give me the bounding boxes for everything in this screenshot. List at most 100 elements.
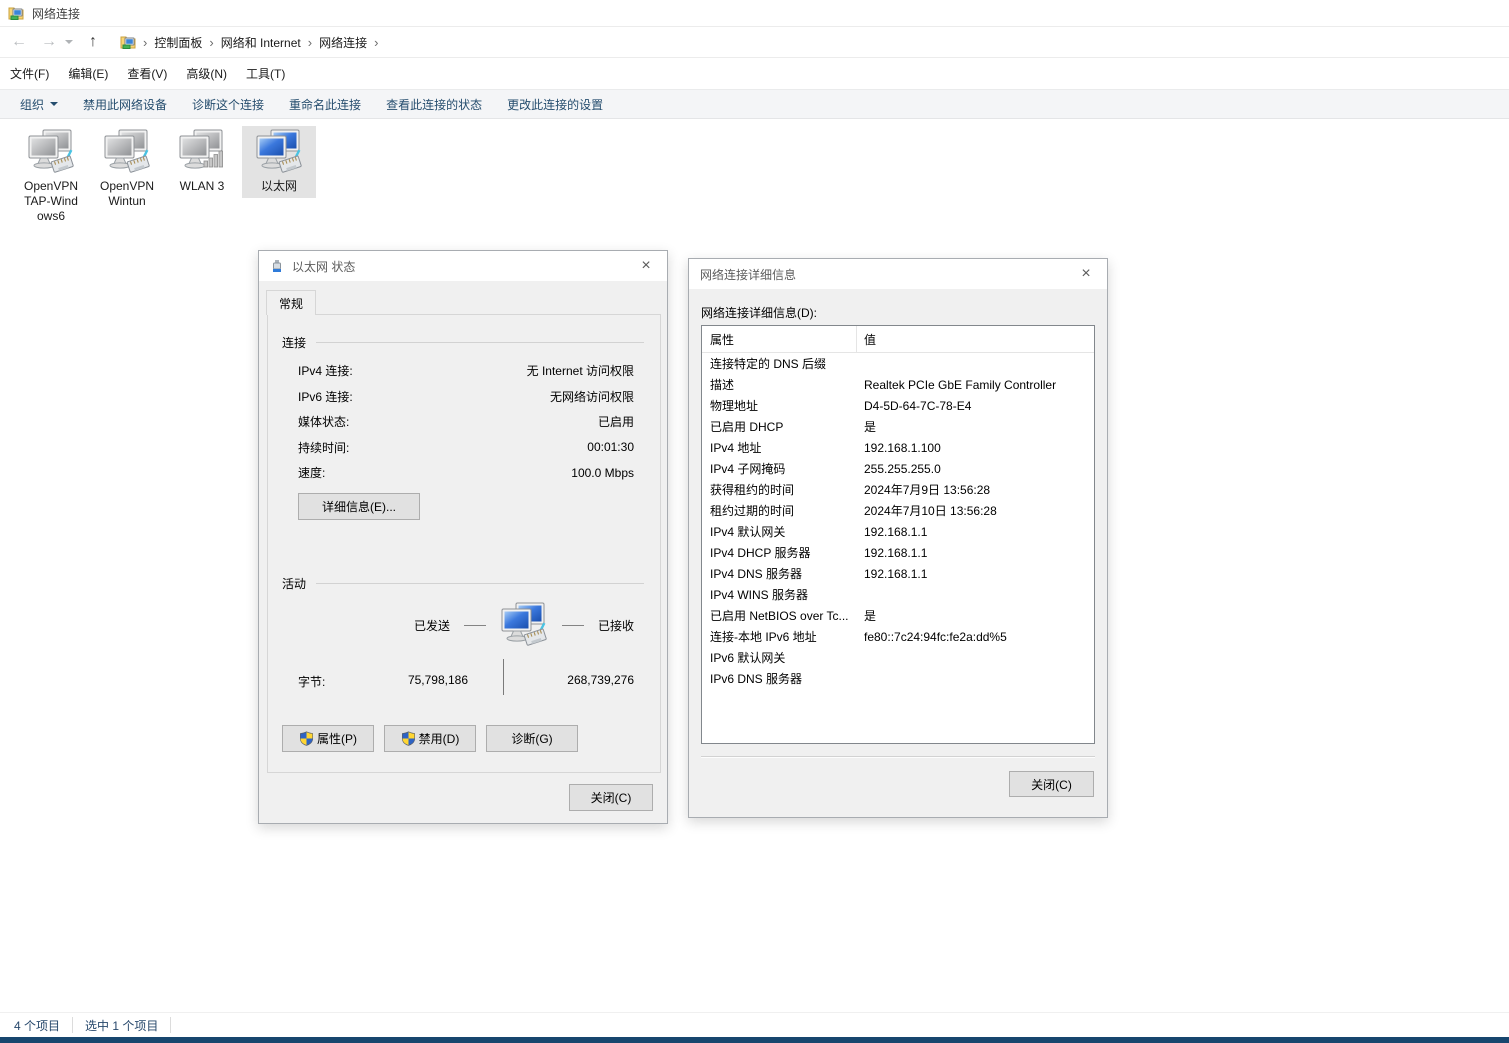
connection-item-ethernet[interactable]: 以太网 [242,126,316,198]
button-label: 详细信息(E)... [322,498,396,515]
breadcrumb-chevron-icon: › [136,35,154,50]
breadcrumb-chevron-icon[interactable]: › [202,35,220,50]
properties-button[interactable]: 属性(P) [282,725,374,752]
button-label: 禁用(D) [419,730,460,747]
table-row[interactable]: IPv4 默认网关 192.168.1.1 [702,521,1094,542]
forward-arrow-icon[interactable]: → [36,29,62,55]
cell-value: 是 [857,607,1094,624]
ethernet-adapter-disconnected-icon [27,128,75,176]
connection-label: OpenVPN [90,179,164,194]
table-row[interactable]: 描述 Realtek PCIe GbE Family Controller [702,374,1094,395]
connection-label: OpenVPN [14,179,88,194]
breadcrumb-network-internet[interactable]: 网络和 Internet [221,34,301,51]
table-row[interactable]: 连接-本地 IPv6 地址 fe80::7c24:94fc:fe2a:dd%5 [702,626,1094,647]
general-tab-page: 连接 IPv4 连接: 无 Internet 访问权限 IPv6 连接: 无网络… [267,314,661,773]
table-row[interactable]: IPv6 默认网关 [702,647,1094,668]
group-divider [316,342,644,343]
cell-property: 租约过期的时间 [702,502,857,519]
ethernet-adapter-connected-icon [255,128,303,176]
close-button[interactable]: 关闭(C) [569,784,653,811]
row-value: 00:01:30 [587,440,634,454]
address-location-icon[interactable] [120,34,136,50]
connection-label: TAP-Wind [14,194,88,209]
menu-view[interactable]: 查看(V) [127,65,167,82]
cell-value: 192.168.1.1 [857,546,1094,560]
breadcrumb-control-panel[interactable]: 控制面板 [154,34,202,51]
toolbar-change-connection-settings[interactable]: 更改此连接的设置 [507,96,603,113]
row-value: 已启用 [598,413,634,430]
status-rows: IPv4 连接: 无 Internet 访问权限 IPv6 连接: 无网络访问权… [268,358,660,486]
breadcrumb-network-connections[interactable]: 网络连接 [319,34,367,51]
connection-item-wlan3[interactable]: WLAN 3 [165,126,239,194]
toolbar-diagnose-connection[interactable]: 诊断这个连接 [192,96,264,113]
row-value: 100.0 Mbps [571,466,634,480]
close-icon[interactable]: × [1069,259,1103,289]
details-button[interactable]: 详细信息(E)... [298,493,420,520]
cell-value: 是 [857,418,1094,435]
tab-general[interactable]: 常规 [266,290,316,315]
cell-value: 192.168.1.100 [857,441,1094,455]
table-row[interactable]: IPv4 子网掩码 255.255.255.0 [702,458,1094,479]
table-row[interactable]: IPv4 WINS 服务器 [702,584,1094,605]
close-icon[interactable]: × [629,251,663,281]
status-row: IPv6 连接: 无网络访问权限 [268,384,660,410]
cell-property: IPv4 WINS 服务器 [702,586,857,603]
table-row[interactable]: 已启用 NetBIOS over Tc... 是 [702,605,1094,626]
flow-dash [562,625,584,626]
organize-dropdown[interactable]: 组织 [20,96,58,113]
table-row[interactable]: 租约过期的时间 2024年7月10日 13:56:28 [702,500,1094,521]
cell-value: 192.168.1.1 [857,525,1094,539]
back-arrow-icon[interactable]: ← [6,29,32,55]
details-listview: 属性 值 连接特定的 DNS 后缀 描述 Realtek PCIe GbE Fa… [701,325,1095,744]
items-count: 4 个项目 [14,1017,60,1034]
cell-property: IPv4 子网掩码 [702,460,857,477]
row-label: 持续时间: [298,439,349,456]
table-row[interactable]: IPv4 DHCP 服务器 192.168.1.1 [702,542,1094,563]
connection-item-openvpn-wintun[interactable]: OpenVPN Wintun [90,126,164,209]
menu-advanced[interactable]: 高级(N) [186,65,227,82]
table-row[interactable]: 已启用 DHCP 是 [702,416,1094,437]
close-button[interactable]: 关闭(C) [1009,771,1094,797]
row-label: 媒体状态: [298,413,349,430]
breadcrumb-chevron-icon[interactable]: › [367,35,385,50]
network-connections-icon [8,5,24,21]
button-label: 属性(P) [317,730,357,747]
cell-value: 2024年7月9日 13:56:28 [857,481,1094,498]
cell-value: fe80::7c24:94fc:fe2a:dd%5 [857,630,1094,644]
cell-value: D4-5D-64-7C-78-E4 [857,399,1094,413]
row-value: 无 Internet 访问权限 [527,362,634,379]
group-label: 活动 [282,575,306,592]
diagnose-button[interactable]: 诊断(G) [486,725,578,752]
bytes-row: 字节: 75,798,186 268,739,276 [268,659,660,703]
recent-locations-chevron-icon[interactable] [62,29,76,55]
table-row[interactable]: 物理地址 D4-5D-64-7C-78-E4 [702,395,1094,416]
cell-property: 已启用 NetBIOS over Tc... [702,607,857,624]
table-row[interactable]: IPv6 DNS 服务器 [702,668,1094,689]
table-row[interactable]: 获得租约的时间 2024年7月9日 13:56:28 [702,479,1094,500]
group-divider [316,583,644,584]
window-titlebar: 网络连接 [0,0,1509,27]
menu-file[interactable]: 文件(F) [10,65,49,82]
table-row[interactable]: IPv4 DNS 服务器 192.168.1.1 [702,563,1094,584]
column-header-value[interactable]: 值 [857,326,1094,352]
breadcrumb-chevron-icon[interactable]: › [301,35,319,50]
menu-tools[interactable]: 工具(T) [246,65,285,82]
toolbar-view-connection-status[interactable]: 查看此连接的状态 [386,96,482,113]
status-row: 媒体状态: 已启用 [268,409,660,435]
up-arrow-icon[interactable]: ↑ [80,29,106,55]
flow-dash [464,625,486,626]
toolbar-rename-connection[interactable]: 重命名此连接 [289,96,361,113]
column-header-property[interactable]: 属性 [702,326,857,352]
table-row[interactable]: IPv4 地址 192.168.1.100 [702,437,1094,458]
button-label: 关闭(C) [1031,776,1072,793]
disable-button[interactable]: 禁用(D) [384,725,476,752]
menu-edit[interactable]: 编辑(E) [68,65,108,82]
sent-bytes-value: 75,798,186 [408,673,468,687]
connection-item-openvpn-tap[interactable]: OpenVPN TAP-Wind ows6 [14,126,88,224]
table-row[interactable]: 连接特定的 DNS 后缀 [702,353,1094,374]
toolbar-disable-device[interactable]: 禁用此网络设备 [83,96,167,113]
dialog-titlebar: 网络连接详细信息 [689,259,1107,289]
received-label: 已接收 [598,617,634,634]
button-label: 关闭(C) [591,789,632,806]
navigation-bar: ← → ↑ › 控制面板 › 网络和 Internet › 网络连接 › [0,27,1509,58]
